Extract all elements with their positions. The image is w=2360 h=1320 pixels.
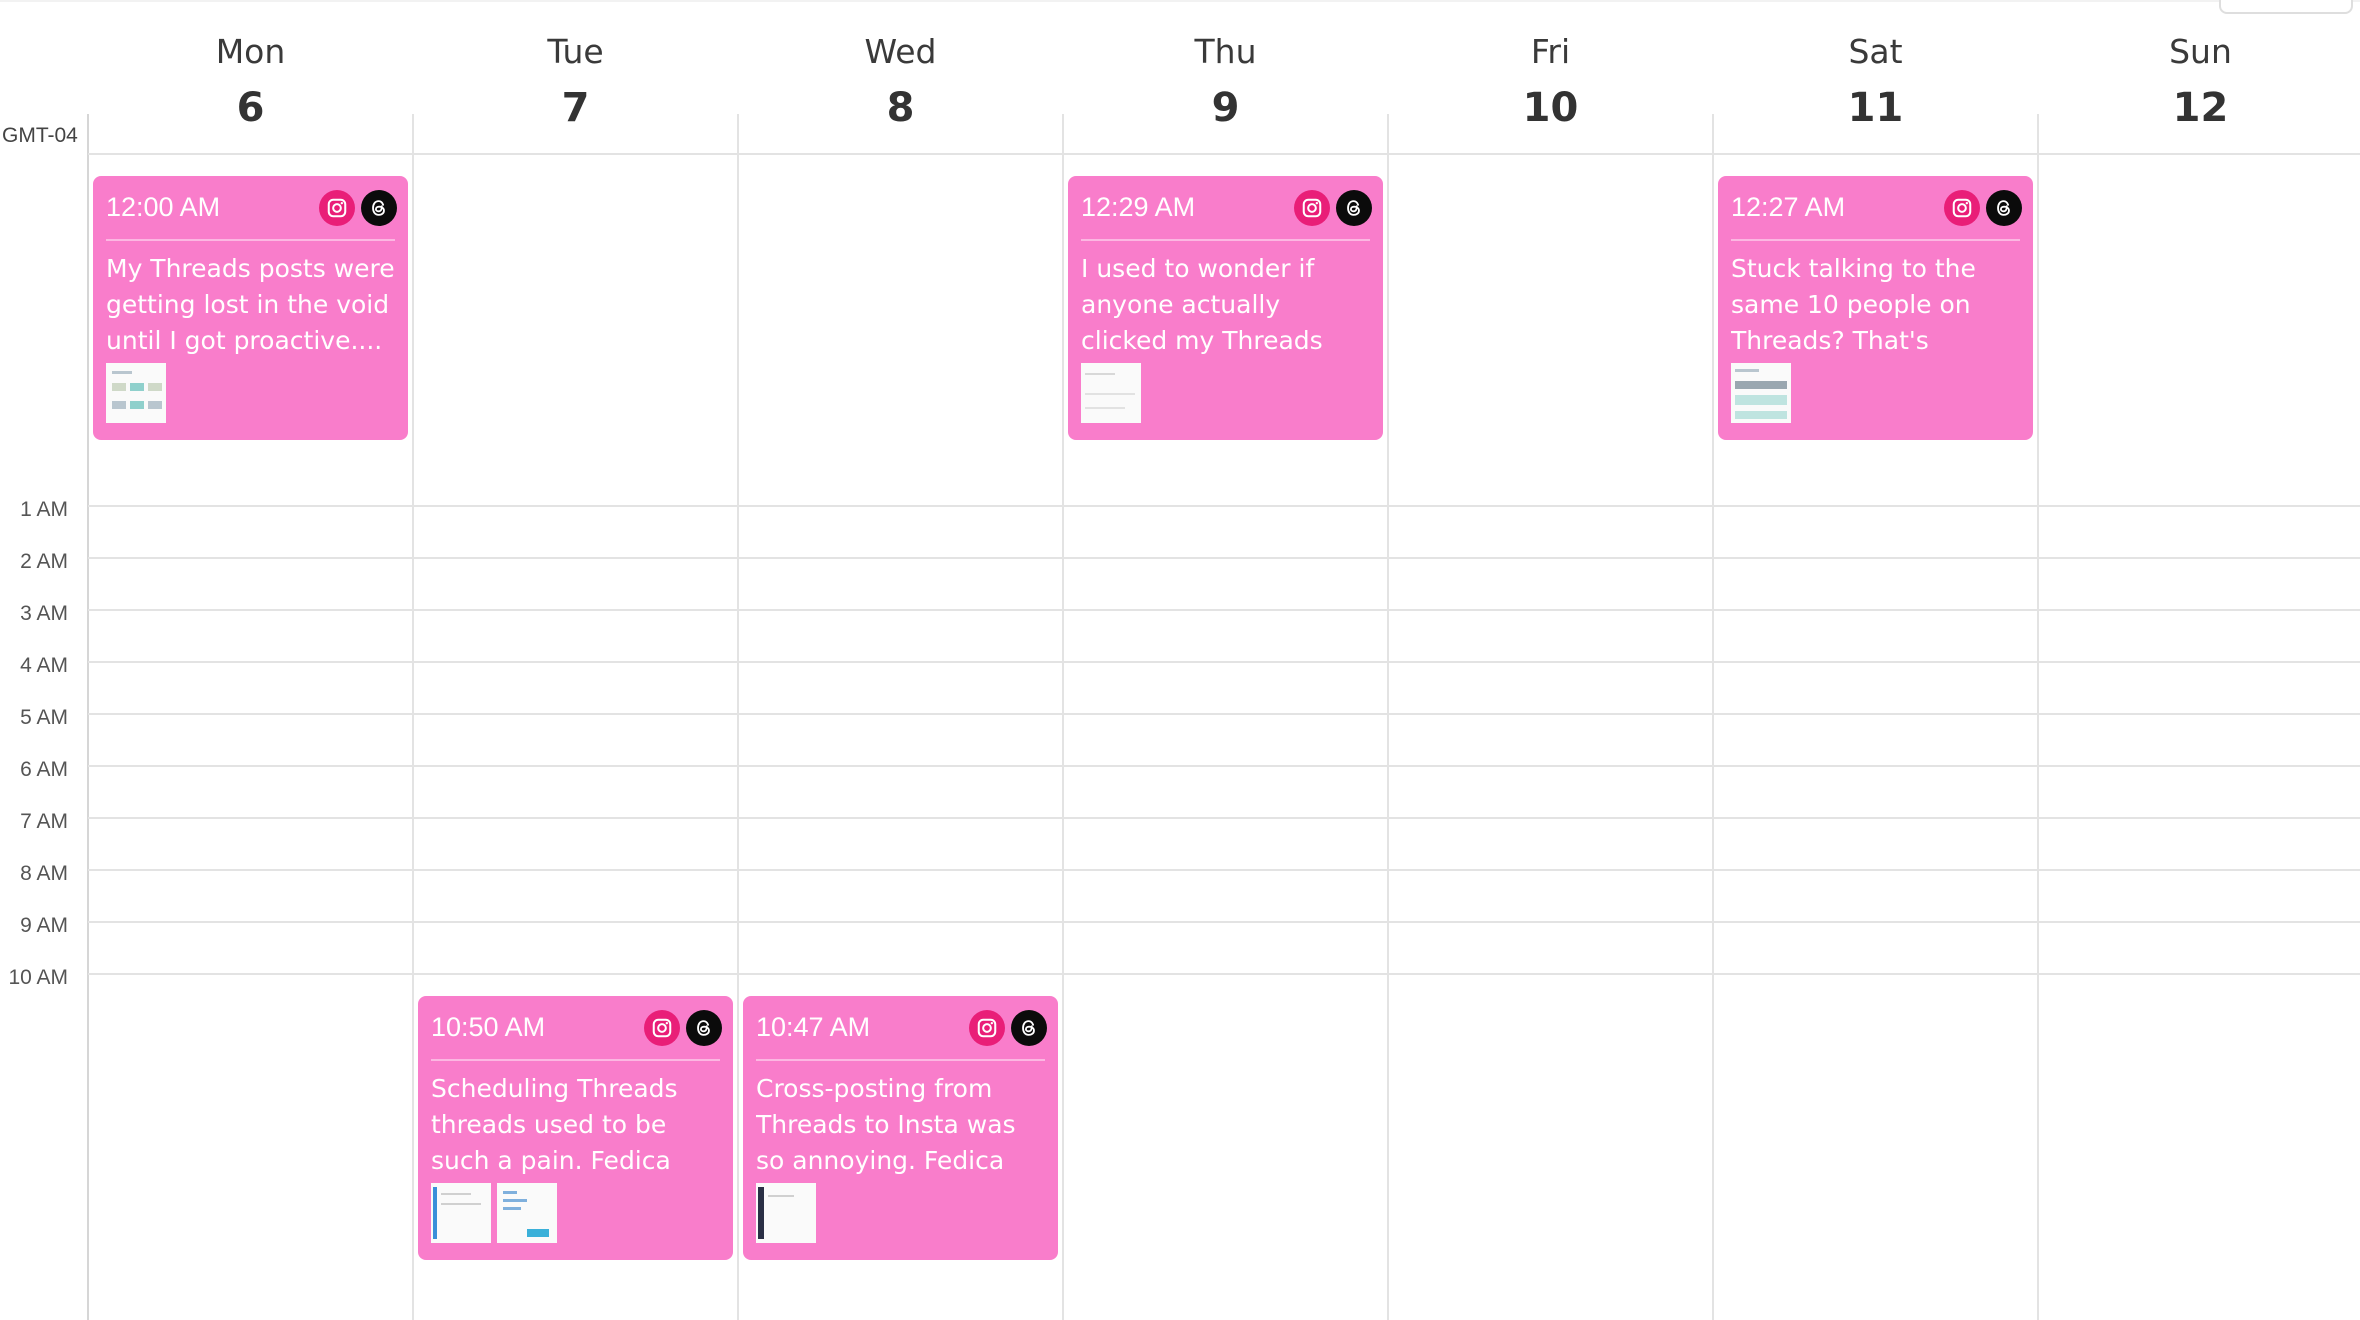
post-thumbnail xyxy=(497,1183,557,1243)
event-text: Stuck talking to the same 10 people on T… xyxy=(1731,254,1976,355)
hour-line xyxy=(88,869,2360,871)
day-number: 9 xyxy=(1211,85,1240,131)
hour-label: 9 AM xyxy=(20,914,68,937)
post-thumbnail xyxy=(756,1183,816,1243)
threads-icon xyxy=(1986,190,2022,226)
column-divider xyxy=(1062,114,1064,1320)
day-number: 8 xyxy=(886,85,915,131)
column-divider xyxy=(2037,114,2039,1320)
hour-line xyxy=(88,505,2360,507)
event-thumbnails xyxy=(1081,363,1370,423)
event-thumbnails xyxy=(1731,363,2020,423)
day-name: Thu xyxy=(1194,32,1257,71)
hour-line xyxy=(88,609,2360,611)
day-name: Fri xyxy=(1530,32,1571,71)
platform-icons xyxy=(644,1010,722,1046)
grid-top-line xyxy=(88,153,2360,155)
day-number: 7 xyxy=(561,85,590,131)
instagram-icon xyxy=(644,1010,680,1046)
timezone-label: GMT-04 xyxy=(2,124,78,147)
day-header-sun[interactable]: Sun 12 xyxy=(2038,28,2360,136)
day-number: 10 xyxy=(1522,85,1579,131)
event-time: 10:47 AM xyxy=(756,1012,871,1042)
event-card[interactable]: 12:29 AM I used to wonder if anyone actu… xyxy=(1068,176,1383,440)
day-header-thu[interactable]: Thu 9 xyxy=(1063,28,1388,136)
threads-icon xyxy=(1011,1010,1047,1046)
event-header: 12:27 AM xyxy=(1731,176,2022,241)
platform-icons xyxy=(1294,190,1372,226)
toolbar-button[interactable] xyxy=(2219,0,2353,14)
day-number: 11 xyxy=(1847,85,1904,131)
column-divider xyxy=(1387,114,1389,1320)
hour-label: 3 AM xyxy=(20,602,68,625)
hour-line xyxy=(88,817,2360,819)
post-thumbnail xyxy=(1731,363,1791,423)
hour-line xyxy=(88,921,2360,923)
day-name: Tue xyxy=(547,32,604,71)
hour-label: 5 AM xyxy=(20,706,68,729)
hour-label: 7 AM xyxy=(20,810,68,833)
hour-line xyxy=(88,713,2360,715)
hour-line xyxy=(88,765,2360,767)
column-divider xyxy=(87,114,89,1320)
event-time: 10:50 AM xyxy=(431,1012,546,1042)
day-name: Sun xyxy=(2169,32,2232,71)
column-divider xyxy=(1712,114,1714,1320)
post-thumbnail xyxy=(431,1183,491,1243)
event-card[interactable]: 10:47 AM Cross-posting from Threads to I… xyxy=(743,996,1058,1260)
event-time: 12:29 AM xyxy=(1081,192,1196,222)
column-divider xyxy=(412,114,414,1320)
hour-label: 4 AM xyxy=(20,654,68,677)
event-card[interactable]: 12:00 AM My Threads posts were getting l… xyxy=(93,176,408,440)
event-thumbnails xyxy=(756,1183,1045,1243)
day-number: 12 xyxy=(2172,85,2229,131)
event-card[interactable]: 12:27 AM Stuck talking to the same 10 pe… xyxy=(1718,176,2033,440)
day-header-mon[interactable]: Mon 6 xyxy=(88,28,413,136)
day-name: Sat xyxy=(1848,32,1903,71)
day-header-tue[interactable]: Tue 7 xyxy=(413,28,738,136)
event-text: Cross-posting from Threads to Insta was … xyxy=(756,1074,1016,1175)
event-header: 10:47 AM xyxy=(756,996,1047,1061)
hour-line xyxy=(88,557,2360,559)
instagram-icon xyxy=(1294,190,1330,226)
threads-icon xyxy=(686,1010,722,1046)
hour-label: 1 AM xyxy=(20,498,68,521)
post-thumbnail xyxy=(1081,363,1141,423)
event-header: 12:00 AM xyxy=(106,176,397,241)
threads-icon xyxy=(361,190,397,226)
event-header: 10:50 AM xyxy=(431,996,722,1061)
platform-icons xyxy=(1944,190,2022,226)
hour-line xyxy=(88,661,2360,663)
event-header: 12:29 AM xyxy=(1081,176,1372,241)
hour-label: 8 AM xyxy=(20,862,68,885)
column-divider xyxy=(737,114,739,1320)
day-name: Mon xyxy=(215,32,286,71)
event-card[interactable]: 10:50 AM Scheduling Threads threads used… xyxy=(418,996,733,1260)
day-number: 6 xyxy=(236,85,265,131)
platform-icons xyxy=(319,190,397,226)
hour-label: 10 AM xyxy=(8,966,68,989)
instagram-icon xyxy=(969,1010,1005,1046)
hour-label: 6 AM xyxy=(20,758,68,781)
instagram-icon xyxy=(1944,190,1980,226)
event-time: 12:00 AM xyxy=(106,192,221,222)
header-rule xyxy=(0,0,2360,2)
event-text: My Threads posts were getting lost in th… xyxy=(106,254,395,355)
hour-label: 2 AM xyxy=(20,550,68,573)
event-text: I used to wonder if anyone actually clic… xyxy=(1081,254,1323,355)
day-header-fri[interactable]: Fri 10 xyxy=(1388,28,1713,136)
hour-line xyxy=(88,973,2360,975)
instagram-icon xyxy=(319,190,355,226)
day-name: Wed xyxy=(864,32,937,71)
day-header-sat[interactable]: Sat 11 xyxy=(1713,28,2038,136)
event-thumbnails xyxy=(106,363,395,423)
event-time: 12:27 AM xyxy=(1731,192,1846,222)
day-header-wed[interactable]: Wed 8 xyxy=(738,28,1063,136)
platform-icons xyxy=(969,1010,1047,1046)
event-text: Scheduling Threads threads used to be su… xyxy=(431,1074,678,1175)
threads-icon xyxy=(1336,190,1372,226)
post-thumbnail xyxy=(106,363,166,423)
event-thumbnails xyxy=(431,1183,720,1243)
